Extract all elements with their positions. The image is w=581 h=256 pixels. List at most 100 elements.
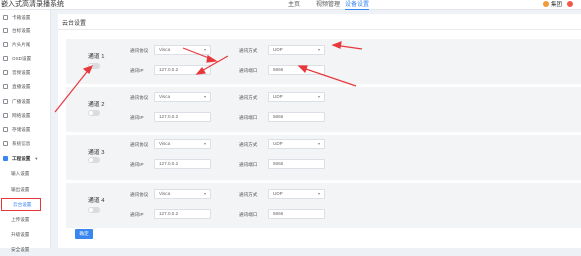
user-area: 集团	[543, 0, 574, 8]
nav-home[interactable]: 主页	[288, 0, 300, 8]
chevron-down-icon: ▼	[34, 156, 39, 161]
sidebar-item-label: 安全设置	[11, 246, 30, 252]
sidebar-item-label: 卡箱设置	[12, 14, 31, 20]
port-input[interactable]: 5656	[268, 159, 325, 169]
sidebar-item-live-settings[interactable]: 直播设置	[0, 80, 49, 93]
ip-label: 通讯IP	[130, 162, 144, 167]
sidebar-item-ptz-settings[interactable]: 云台设置	[1, 198, 41, 211]
live-icon	[3, 84, 8, 89]
sidebar-item-broadcast-settings[interactable]: 广播设置	[0, 95, 49, 108]
ip-label: 通讯IP	[130, 68, 144, 73]
mode-select[interactable]: UDP ▾	[268, 45, 325, 55]
channel-toggle[interactable]	[88, 63, 100, 69]
nav-video-management[interactable]: 视频管理	[316, 0, 340, 8]
chevron-down-icon: ▾	[317, 191, 320, 196]
storage-icon	[3, 127, 8, 132]
mode-select[interactable]: UDP ▾	[268, 92, 325, 102]
mode-label: 通讯方式	[239, 95, 258, 100]
ip-label: 通讯IP	[130, 115, 144, 120]
sidebar-item-input-settings[interactable]: 输入设置	[0, 167, 49, 180]
mode-select[interactable]: UDP ▾	[268, 189, 325, 199]
logo-icon	[3, 28, 8, 33]
ip-label: 通讯IP	[130, 212, 144, 217]
chevron-down-icon: ▾	[203, 141, 206, 146]
sidebar-item-label: 输出设置	[11, 186, 30, 192]
sidebar-item-intro-outro[interactable]: 片头片尾	[0, 38, 49, 51]
sidebar-item-system-info[interactable]: 系统信息	[0, 137, 49, 150]
network-icon	[3, 113, 8, 118]
sidebar-item-osd-settings[interactable]: OSD设置	[0, 52, 49, 65]
user-avatar-icon[interactable]	[543, 1, 549, 7]
sidebar-item-label: 输入设置	[11, 170, 30, 176]
channel-row: 通道 2 通讯协议 Visca ▾ 通讯IP 127.0.0.2 通讯方式 UDP…	[66, 87, 581, 132]
ip-input[interactable]: 127.0.0.2	[154, 159, 211, 169]
ip-input[interactable]: 127.0.0.2	[154, 209, 211, 219]
engineering-icon	[3, 156, 8, 161]
port-input[interactable]: 5656	[268, 65, 325, 75]
sidebar-item-label: 系统信息	[12, 140, 31, 146]
channel-row: 通道 3 通讯协议 Visca ▾ 通讯IP 127.0.0.2 通讯方式 UDP…	[66, 135, 581, 180]
protocol-select[interactable]: Visca ▾	[154, 189, 211, 199]
page-title: 云台设置	[62, 21, 87, 27]
ptz-settings-panel: 云台设置 通道 1 通讯协议 Visca ▾ 通讯IP 127.0.0.2 通讯方…	[58, 14, 581, 248]
chevron-down-icon: ▾	[203, 47, 206, 52]
protocol-label: 通讯协议	[130, 192, 149, 197]
mode-label: 通讯方式	[239, 192, 258, 197]
info-icon	[3, 141, 8, 146]
channel-name: 通道 4	[88, 198, 105, 204]
channel-row: 通道 4 通讯协议 Visca ▾ 通讯IP 127.0.0.2 通讯方式 UDP…	[66, 183, 581, 228]
protocol-select[interactable]: Visca ▾	[154, 92, 211, 102]
port-input[interactable]: 5656	[268, 112, 325, 122]
channel-toggle[interactable]	[88, 157, 100, 163]
sidebar-item-output-settings[interactable]: 输出设置	[0, 183, 49, 196]
sidebar-item-audio-settings[interactable]: 音频设置	[0, 66, 49, 79]
broadcast-icon	[3, 99, 8, 104]
channel-toggle[interactable]	[88, 110, 100, 116]
sidebar-item-label: 广播设置	[12, 98, 31, 104]
port-label: 通讯端口	[239, 68, 258, 73]
sidebar-item-label: 升级设置	[11, 231, 30, 237]
protocol-select[interactable]: Visca ▾	[154, 139, 211, 149]
channel-row: 通道 1 通讯协议 Visca ▾ 通讯IP 127.0.0.2 通讯方式 UDP…	[66, 39, 581, 84]
channel-name: 通道 1	[88, 54, 105, 60]
user-name[interactable]: 集团	[551, 0, 562, 8]
mode-label: 通讯方式	[239, 142, 258, 147]
card-icon	[3, 15, 8, 20]
mode-select[interactable]: UDP ▾	[268, 139, 325, 149]
top-bar: 嵌入式高清录播系统 主页 视频管理 设备设置 集团	[0, 0, 581, 10]
ip-input[interactable]: 127.0.0.2	[154, 65, 211, 75]
port-input[interactable]: 5656	[268, 209, 325, 219]
sidebar-item-label: 台标设置	[12, 27, 31, 33]
mode-label: 通讯方式	[239, 48, 258, 53]
protocol-label: 通讯协议	[130, 48, 149, 53]
audio-icon	[3, 70, 8, 75]
divider	[58, 29, 581, 30]
sidebar-item-label: 存储设置	[12, 126, 31, 132]
sidebar-item-upgrade-settings[interactable]: 升级设置	[0, 228, 49, 241]
sidebar-item-logo-settings[interactable]: 台标设置	[0, 24, 49, 37]
sidebar-item-label: 音频设置	[12, 69, 31, 75]
port-label: 通讯端口	[239, 162, 258, 167]
protocol-select[interactable]: Visca ▾	[154, 45, 211, 55]
sidebar-item-storage-settings[interactable]: 存储设置	[0, 123, 49, 136]
port-label: 通讯端口	[239, 115, 258, 120]
sidebar-item-label: 网络设置	[12, 112, 31, 118]
sidebar-item-label: 工程设置	[12, 155, 31, 161]
sidebar-item-security-settings[interactable]: 安全设置	[0, 243, 49, 256]
chevron-down-icon: ▾	[317, 141, 320, 146]
ip-input[interactable]: 127.0.0.2	[154, 112, 211, 122]
protocol-label: 通讯协议	[130, 142, 149, 147]
power-icon[interactable]	[567, 1, 574, 7]
sidebar-item-label: 直播设置	[12, 83, 31, 89]
sidebar-item-upload-settings[interactable]: 上传设置	[0, 213, 49, 226]
sidebar: 卡箱设置 台标设置 片头片尾 OSD设置 音频设置 直播设置 广播设置 网络设置…	[0, 10, 51, 252]
sidebar-item-network-settings[interactable]: 网络设置	[0, 109, 49, 122]
chevron-down-icon: ▾	[203, 191, 206, 196]
nav-device-settings[interactable]: 设备设置	[345, 0, 370, 10]
channel-toggle[interactable]	[88, 207, 100, 213]
sidebar-item-label: 片头片尾	[12, 41, 31, 47]
film-icon	[3, 42, 8, 47]
sidebar-group-engineering[interactable]: 工程设置 ▼	[0, 152, 49, 165]
sidebar-item-card-settings[interactable]: 卡箱设置	[0, 11, 49, 24]
confirm-button[interactable]: 确定	[75, 229, 93, 239]
